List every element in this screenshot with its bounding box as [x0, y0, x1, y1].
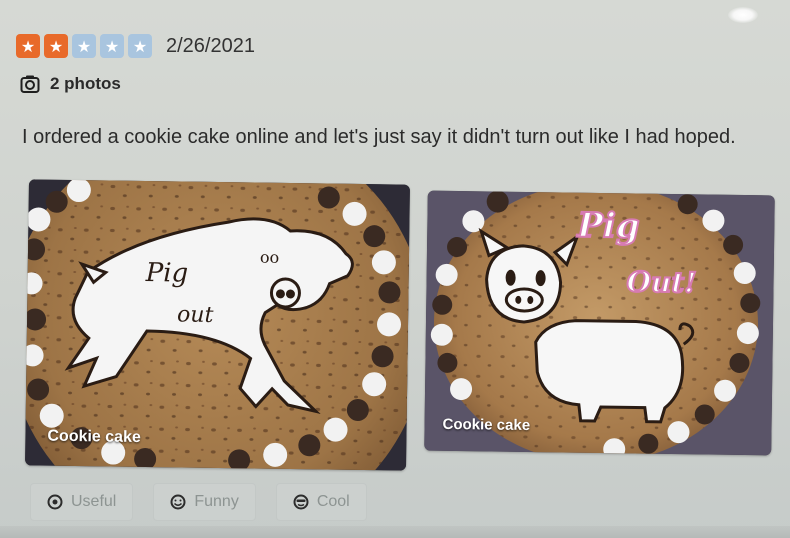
review-text: I ordered a cookie cake online and let's…: [22, 126, 736, 148]
cool-button[interactable]: Cool: [275, 483, 367, 521]
star-icon: ★: [128, 34, 152, 58]
funny-button[interactable]: Funny: [153, 483, 256, 521]
review-actions: Useful Funny Cool: [30, 483, 387, 521]
funny-icon: [170, 494, 186, 510]
useful-icon: [47, 494, 63, 510]
cake-writing: Pig: [576, 206, 640, 247]
cake-writing: Out!: [626, 265, 696, 299]
cake-writing: Pig: [145, 258, 189, 289]
star-icon: ★: [44, 34, 68, 58]
cake-writing: out: [177, 302, 214, 328]
screen-glare: [728, 7, 758, 23]
useful-button[interactable]: Useful: [30, 483, 134, 521]
star-rating: ★ ★ ★ ★ ★: [16, 34, 152, 58]
photo-count-link[interactable]: 2 photos: [20, 74, 121, 94]
star-icon: ★: [72, 34, 96, 58]
star-icon: ★: [16, 34, 40, 58]
photo-caption: Cookie cake: [442, 415, 531, 435]
photo-count-label: 2 photos: [50, 74, 121, 93]
funny-label: Funny: [194, 493, 239, 510]
cool-label: Cool: [316, 493, 350, 510]
review-date: 2/26/2021: [166, 34, 255, 57]
camera-icon: [20, 75, 40, 93]
star-icon: ★: [100, 34, 124, 58]
photo-caption: Cookie cake: [47, 427, 141, 446]
review-photo[interactable]: Pig Out! Cookie cake: [424, 190, 775, 456]
cookie-cake-photo: Pig out oo: [25, 179, 410, 471]
pig-eyes-text: oo: [260, 248, 280, 267]
screen-bottom-edge: [0, 526, 790, 538]
rating-row: ★ ★ ★ ★ ★ 2/26/2021: [16, 30, 255, 62]
cool-icon: [293, 494, 309, 510]
review-photo[interactable]: Pig out oo Cookie cake: [25, 179, 410, 471]
useful-label: Useful: [71, 493, 117, 510]
